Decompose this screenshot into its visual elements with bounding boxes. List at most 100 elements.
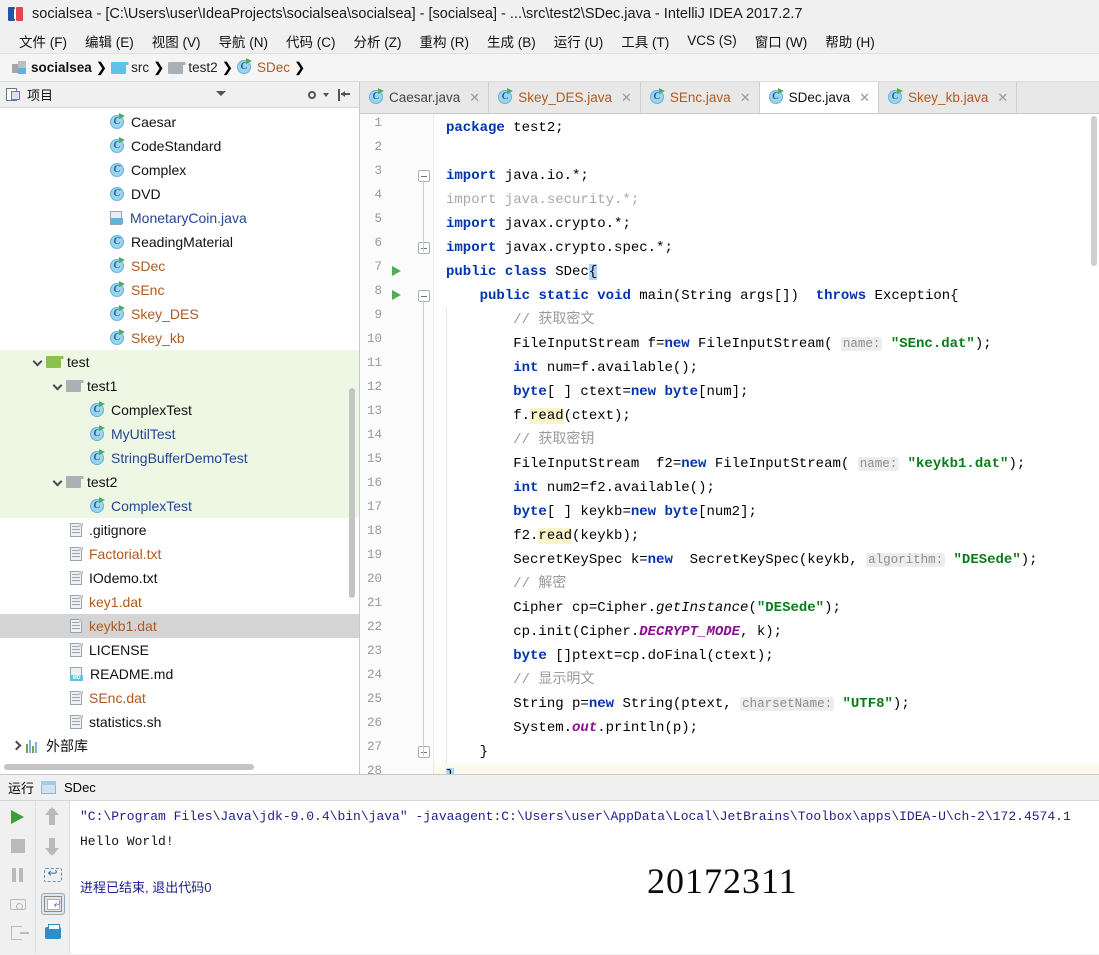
chevron-down-icon[interactable] xyxy=(30,354,46,370)
chevron-down-icon[interactable] xyxy=(216,91,226,96)
menu-analyze[interactable]: 分析 (Z) xyxy=(345,29,411,53)
tree-item-complextest[interactable]: C ComplexTest xyxy=(0,398,359,422)
console-output[interactable]: "C:\Program Files\Java\jdk-9.0.4\bin\jav… xyxy=(70,801,1099,954)
tree-item-readme-md[interactable]: MD README.md xyxy=(0,662,359,686)
menu-refactor[interactable]: 重构 (R) xyxy=(411,29,479,53)
camera-icon[interactable] xyxy=(7,894,29,914)
run-gutter-icon[interactable] xyxy=(392,290,401,300)
tree-item-label: SDec xyxy=(131,258,166,274)
project-panel-horizontal-scrollbar[interactable] xyxy=(4,764,254,770)
close-icon[interactable]: ✕ xyxy=(740,91,751,104)
editor-tab-skey-kb-java[interactable]: C Skey_kb.java ✕ xyxy=(879,82,1018,113)
chevron-down-icon[interactable] xyxy=(323,93,329,97)
breadcrumb-item-socialsea[interactable]: socialsea xyxy=(10,59,94,76)
tree-item-test1[interactable]: test1 xyxy=(0,374,359,398)
chevron-down-icon[interactable] xyxy=(50,378,66,394)
close-icon[interactable]: ✕ xyxy=(997,91,1008,104)
menu-vcs[interactable]: VCS (S) xyxy=(678,31,746,50)
tree-item-label: StringBufferDemoTest xyxy=(111,450,248,466)
breadcrumb-item-sdec[interactable]: C SDec xyxy=(235,58,292,76)
code-folding-gutter[interactable] xyxy=(416,114,434,774)
fold-collapse-icon[interactable] xyxy=(418,242,430,254)
project-panel-vertical-scrollbar[interactable] xyxy=(349,388,355,598)
tree-item-codestandard[interactable]: C CodeStandard xyxy=(0,134,359,158)
run-gutter-icon[interactable] xyxy=(392,266,401,276)
tree-item-label: README.md xyxy=(90,666,174,682)
chevron-down-icon[interactable] xyxy=(50,474,66,490)
tree-item-test[interactable]: test xyxy=(0,350,359,374)
java-class-icon: C xyxy=(110,162,125,178)
exit-icon[interactable] xyxy=(7,923,29,943)
menu-tools[interactable]: 工具 (T) xyxy=(612,29,678,53)
code-line-19: SecretKeySpec k=new SecretKeySpec(keykb,… xyxy=(446,552,1038,568)
menu-run[interactable]: 运行 (U) xyxy=(545,29,613,53)
menu-navigate[interactable]: 导航 (N) xyxy=(210,29,278,53)
line-number: 26 xyxy=(366,716,382,730)
tree-item-skey-des[interactable]: C Skey_DES xyxy=(0,302,359,326)
folder-green-icon xyxy=(46,356,64,368)
tree-item-complex[interactable]: C Complex xyxy=(0,158,359,182)
play-icon[interactable] xyxy=(7,807,29,827)
editor-tab-senc-java[interactable]: C SEnc.java ✕ xyxy=(640,82,760,113)
editor-tab-skey-des-java[interactable]: C Skey_DES.java ✕ xyxy=(489,82,641,113)
menu-build[interactable]: 生成 (B) xyxy=(478,29,545,53)
scroll-to-end-icon[interactable]: ⤶ xyxy=(40,893,65,915)
menu-window[interactable]: 窗口 (W) xyxy=(746,29,816,53)
collapse-all-icon[interactable] xyxy=(337,88,351,102)
editor-tab-caesar-java[interactable]: C Caesar.java ✕ xyxy=(360,82,490,113)
menu-edit[interactable]: 编辑 (E) xyxy=(76,29,143,53)
editor-tab-sdec-java[interactable]: C SDec.java ✕ xyxy=(759,82,880,113)
fold-collapse-icon[interactable] xyxy=(418,290,430,302)
tree-item-label: LICENSE xyxy=(89,642,149,658)
tree-item-skey-kb[interactable]: C Skey_kb xyxy=(0,326,359,350)
tree-item-myutiltest[interactable]: C MyUtilTest xyxy=(0,422,359,446)
editor-scrollbar[interactable] xyxy=(1091,116,1097,266)
tree-item-complextest[interactable]: C ComplexTest xyxy=(0,494,359,518)
tree-item-senc-dat[interactable]: SEnc.dat xyxy=(0,686,359,710)
tree-item-statistics-sh[interactable]: statistics.sh xyxy=(0,710,359,734)
stop-icon[interactable] xyxy=(7,836,29,856)
tree-item-monetarycoin-java[interactable]: MonetaryCoin.java xyxy=(0,206,359,230)
tree-item-caesar[interactable]: C Caesar xyxy=(0,110,359,134)
code-editor[interactable]: 1 2 3 4 5 6 7 8 9 10 11 12 13 14 15 16 17 18 19 20 21 22 23 24 2… xyxy=(360,114,1099,774)
wrap-text-icon[interactable] xyxy=(42,865,64,885)
tree-item-[interactable]: 外部库 xyxy=(0,734,359,758)
menu-view[interactable]: 视图 (V) xyxy=(143,29,210,53)
tree-item-factorial-txt[interactable]: Factorial.txt xyxy=(0,542,359,566)
tree-item-label: SEnc.dat xyxy=(89,690,146,706)
close-icon[interactable]: ✕ xyxy=(859,91,870,104)
line-number: 19 xyxy=(366,548,382,562)
tree-item-keykb1-dat[interactable]: keykb1.dat xyxy=(0,614,359,638)
printer-icon[interactable] xyxy=(42,923,64,943)
menu-code[interactable]: 代码 (C) xyxy=(277,29,345,53)
tree-item-dvd[interactable]: C DVD xyxy=(0,182,359,206)
tree-item-label: test1 xyxy=(87,378,118,394)
code-content[interactable]: package test2; import java.io.*; import ja… xyxy=(434,114,1099,774)
arrow-up-icon[interactable] xyxy=(42,807,64,827)
close-icon[interactable]: ✕ xyxy=(469,91,480,104)
tree-item-license[interactable]: LICENSE xyxy=(0,638,359,662)
fold-collapse-icon[interactable] xyxy=(418,746,430,758)
tree-item-sdec[interactable]: C SDec xyxy=(0,254,359,278)
fold-collapse-icon[interactable] xyxy=(418,170,430,182)
tree-item-key1-dat[interactable]: key1.dat xyxy=(0,590,359,614)
breadcrumb-item-test2[interactable]: test2 xyxy=(166,59,219,76)
tree-item-stringbufferdemotest[interactable]: C StringBufferDemoTest xyxy=(0,446,359,470)
pause-icon[interactable] xyxy=(7,865,29,885)
tree-item-readingmaterial[interactable]: C ReadingMaterial xyxy=(0,230,359,254)
menu-file[interactable]: 文件 (F) xyxy=(10,29,76,53)
chevron-right-icon[interactable] xyxy=(10,738,26,754)
tree-item-test2[interactable]: test2 xyxy=(0,470,359,494)
gear-icon[interactable] xyxy=(305,88,319,102)
project-tree[interactable]: C Caesar C CodeStandard C Complex C DVD Monetary… xyxy=(0,108,359,774)
arrow-down-icon[interactable] xyxy=(42,836,64,856)
tree-item-senc[interactable]: C SEnc xyxy=(0,278,359,302)
menu-help[interactable]: 帮助 (H) xyxy=(816,29,884,53)
breadcrumb-item-src[interactable]: src xyxy=(109,59,151,76)
breadcrumb-label: socialsea xyxy=(31,60,92,75)
tree-item-iodemo-txt[interactable]: IOdemo.txt xyxy=(0,566,359,590)
breadcrumb-label: src xyxy=(131,60,150,75)
line-number: 7 xyxy=(374,260,382,274)
tree-item-gitignore[interactable]: .gitignore xyxy=(0,518,359,542)
close-icon[interactable]: ✕ xyxy=(621,91,632,104)
